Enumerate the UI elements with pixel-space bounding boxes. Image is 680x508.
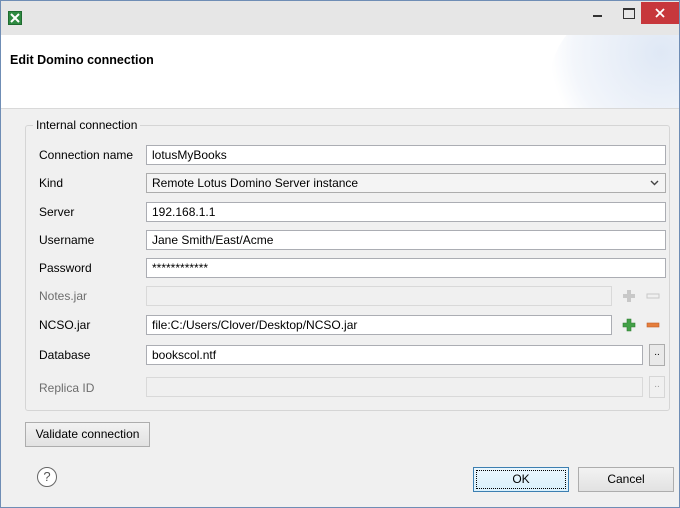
notes-jar-input bbox=[146, 286, 612, 306]
close-icon bbox=[655, 8, 665, 18]
password-input[interactable]: ************ bbox=[146, 258, 666, 278]
database-browse-button[interactable]: .. bbox=[649, 344, 665, 366]
minus-icon[interactable] bbox=[646, 318, 660, 332]
focus-ring bbox=[476, 470, 566, 489]
app-logo-icon bbox=[8, 11, 22, 25]
plus-icon bbox=[623, 290, 635, 302]
ok-button[interactable]: OK bbox=[473, 467, 569, 492]
replica-id-browse-button: .. bbox=[649, 376, 665, 398]
server-label: Server bbox=[39, 205, 75, 219]
password-label: Password bbox=[39, 261, 92, 275]
database-label: Database bbox=[39, 348, 91, 362]
close-button[interactable] bbox=[641, 2, 679, 24]
replica-id-input bbox=[146, 377, 643, 397]
minimize-icon bbox=[592, 15, 602, 17]
notes-jar-label: Notes.jar bbox=[39, 289, 88, 303]
ncso-jar-input[interactable]: file:C:/Users/Clover/Desktop/NCSO.jar bbox=[146, 315, 612, 335]
dialog-title: Edit Domino connection bbox=[10, 53, 154, 67]
kind-label: Kind bbox=[39, 176, 64, 190]
maximize-icon bbox=[623, 7, 635, 19]
minimize-button[interactable] bbox=[581, 1, 613, 25]
title-bar[interactable] bbox=[1, 1, 679, 35]
connection-name-input[interactable]: lotusMyBooks bbox=[146, 145, 666, 165]
cancel-button[interactable]: Cancel bbox=[578, 467, 674, 492]
kind-select-value: Remote Lotus Domino Server instance bbox=[152, 176, 359, 190]
ncso-jar-label: NCSO.jar bbox=[39, 318, 91, 332]
database-input[interactable]: bookscol.ntf bbox=[146, 345, 643, 365]
dialog-header: Edit Domino connection bbox=[1, 35, 679, 109]
header-decoration bbox=[549, 35, 679, 108]
server-input[interactable]: 192.168.1.1 bbox=[146, 202, 666, 222]
username-label: Username bbox=[39, 233, 95, 247]
plus-icon[interactable] bbox=[622, 318, 636, 332]
minus-icon bbox=[646, 293, 660, 299]
group-legend: Internal connection bbox=[33, 118, 141, 132]
chevron-down-icon bbox=[650, 180, 659, 186]
kind-select[interactable]: Remote Lotus Domino Server instance bbox=[146, 173, 666, 193]
edit-domino-connection-dialog: Edit Domino connection Internal connecti… bbox=[0, 0, 680, 508]
replica-id-label: Replica ID bbox=[39, 381, 95, 395]
validate-connection-button[interactable]: Validate connection bbox=[25, 422, 150, 447]
help-icon[interactable]: ? bbox=[37, 467, 57, 487]
username-input[interactable]: Jane Smith/East/Acme bbox=[146, 230, 666, 250]
connection-name-label: Connection name bbox=[39, 148, 134, 162]
